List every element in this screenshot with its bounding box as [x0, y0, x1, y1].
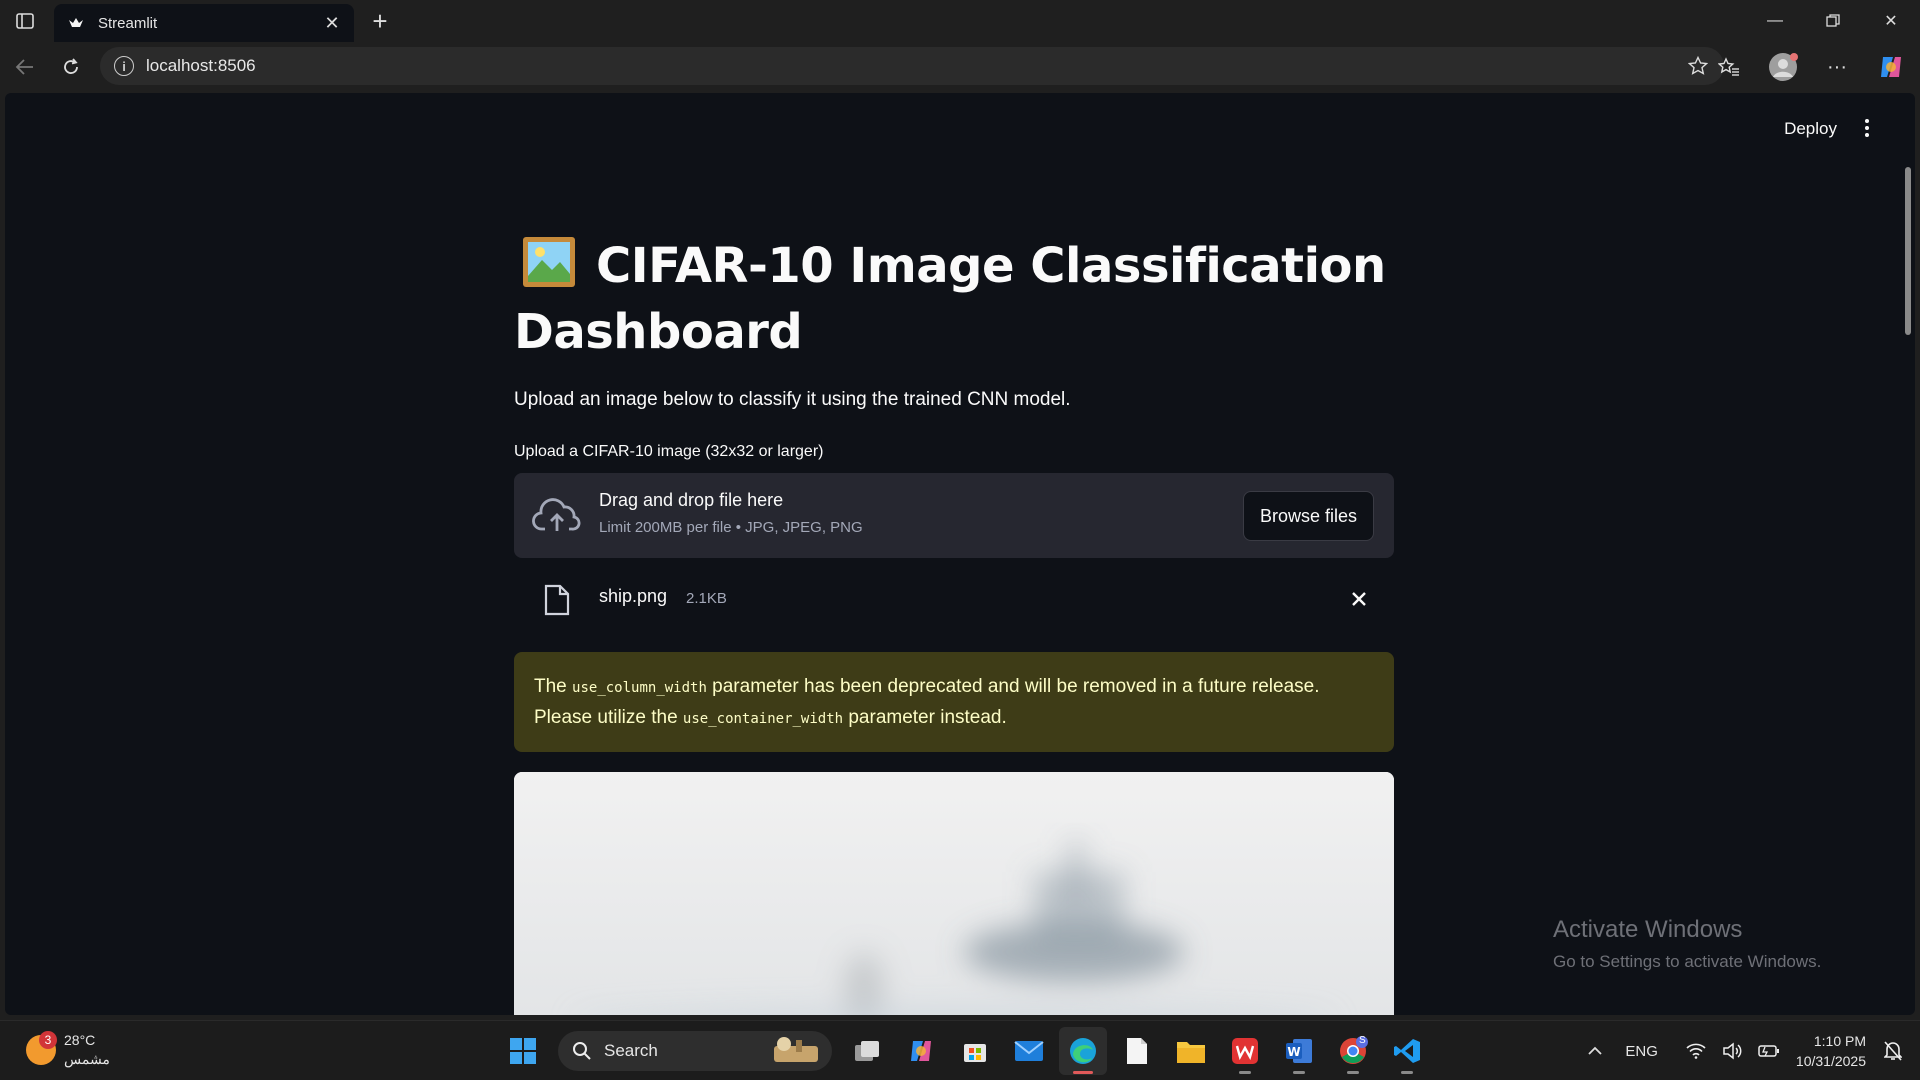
- edge-browser-icon[interactable]: [1059, 1027, 1107, 1075]
- windows-taskbar: 3 28°C مشمس Search W S ENG 1:10 PM 10/31…: [0, 1020, 1920, 1080]
- minimize-button[interactable]: —: [1746, 0, 1804, 42]
- streamlit-crown-icon: [66, 13, 86, 33]
- browser-tab-bar: Streamlit ✕ + — ✕: [0, 0, 1920, 42]
- start-button[interactable]: [499, 1027, 547, 1075]
- dropzone-text: Drag and drop file here Limit 200MB per …: [599, 490, 863, 536]
- title-line-2: Dashboard: [514, 304, 803, 360]
- remove-file-icon[interactable]: [1348, 588, 1370, 610]
- file-explorer-icon[interactable]: [1167, 1027, 1215, 1075]
- search-icon: [573, 1042, 591, 1060]
- warning-text-1: The: [534, 676, 573, 697]
- uploaded-file-size: 2.1KB: [686, 590, 727, 607]
- scrollbar-thumb[interactable]: [1905, 167, 1911, 335]
- reload-button[interactable]: [48, 44, 94, 90]
- page-title: CIFAR-10 Image Classification Dashboard: [514, 233, 1394, 365]
- uploaded-image-preview: [514, 772, 1394, 1015]
- more-options-icon[interactable]: ···: [1814, 44, 1860, 90]
- search-placeholder: Search: [604, 1041, 658, 1060]
- weather-desc: مشمس: [64, 1051, 110, 1067]
- copilot-taskbar-icon[interactable]: [897, 1027, 945, 1075]
- sun-icon: 3: [26, 1031, 57, 1065]
- dropzone-limits: Limit 200MB per file • JPG, JPEG, PNG: [599, 519, 863, 536]
- browser-tab[interactable]: Streamlit ✕: [54, 4, 354, 42]
- system-clock[interactable]: 1:10 PM 10/31/2025: [1796, 1031, 1866, 1071]
- back-button[interactable]: [2, 44, 48, 90]
- clock-time: 1:10 PM: [1813, 1033, 1866, 1049]
- page-viewport: Deploy CIFAR-10 Image Classification Das…: [5, 93, 1915, 1015]
- browser-actions: ···: [1698, 42, 1920, 92]
- weather-badge: 3: [39, 1031, 57, 1049]
- weather-text: 28°C مشمس: [64, 1031, 110, 1069]
- system-tray: ENG 1:10 PM 10/31/2025: [1579, 1021, 1920, 1080]
- wps-office-icon[interactable]: [1221, 1027, 1269, 1075]
- warning-text-3: parameter instead.: [843, 707, 1007, 728]
- deploy-button[interactable]: Deploy: [1784, 119, 1837, 139]
- uploader-label: Upload a CIFAR-10 image (32x32 or larger…: [514, 443, 824, 460]
- language-indicator[interactable]: ENG: [1625, 1043, 1658, 1060]
- address-bar[interactable]: i localhost:8506: [100, 47, 1724, 85]
- clock-date: 10/31/2025: [1795, 1053, 1866, 1069]
- volume-icon[interactable]: [1722, 1042, 1742, 1060]
- url-text[interactable]: localhost:8506: [146, 56, 1686, 76]
- vscode-icon[interactable]: [1383, 1027, 1431, 1075]
- subtitle-text: Upload an image below to classify it usi…: [514, 389, 1071, 410]
- main-content: CIFAR-10 Image Classification Dashboard …: [514, 233, 1394, 1015]
- chevron-up-icon[interactable]: [1587, 1046, 1603, 1056]
- title-line-1: CIFAR-10 Image Classification: [596, 238, 1386, 294]
- framed-picture-icon: [522, 236, 576, 288]
- close-window-button[interactable]: ✕: [1862, 0, 1920, 42]
- window-controls: — ✕: [1746, 0, 1920, 42]
- chrome-icon[interactable]: S: [1329, 1027, 1377, 1075]
- svg-text:W: W: [1287, 1045, 1300, 1059]
- notepad-icon[interactable]: [1113, 1027, 1161, 1075]
- microsoft-store-icon[interactable]: [951, 1027, 999, 1075]
- sidebar-toggle-icon[interactable]: [0, 0, 50, 42]
- browse-files-button[interactable]: Browse files: [1242, 491, 1374, 541]
- cloud-upload-icon: [532, 495, 582, 535]
- favorites-icon[interactable]: [1706, 44, 1752, 90]
- word-icon[interactable]: W: [1275, 1027, 1323, 1075]
- wifi-icon[interactable]: [1686, 1043, 1706, 1059]
- dropzone-instructions: Drag and drop file here: [599, 490, 784, 510]
- watermark-title: Activate Windows: [1553, 916, 1743, 943]
- task-view-icon[interactable]: [843, 1027, 891, 1075]
- battery-icon[interactable]: [1758, 1044, 1780, 1058]
- chrome-profile-badge: S: [1359, 1035, 1366, 1046]
- restore-button[interactable]: [1804, 0, 1862, 42]
- uploaded-file-name: ship.png: [599, 586, 668, 606]
- main-menu-icon[interactable]: [1857, 117, 1877, 139]
- file-dropzone[interactable]: Drag and drop file here Limit 200MB per …: [514, 473, 1394, 558]
- copilot-icon[interactable]: [1868, 44, 1914, 90]
- taskbar-apps: Search W S: [496, 1027, 1434, 1075]
- taskbar-search[interactable]: Search: [558, 1031, 832, 1071]
- warning-code-2: use_container_width: [682, 711, 844, 727]
- tab-close-icon[interactable]: ✕: [322, 13, 342, 33]
- site-info-icon[interactable]: i: [114, 56, 134, 76]
- notifications-bell-icon[interactable]: [1884, 1041, 1902, 1061]
- mail-icon[interactable]: [1005, 1027, 1053, 1075]
- browser-toolbar: i localhost:8506 ···: [0, 42, 1920, 92]
- search-highlight-icon: [774, 1037, 818, 1062]
- file-icon: [544, 584, 570, 616]
- new-tab-button[interactable]: +: [360, 1, 400, 41]
- profile-avatar-icon[interactable]: [1760, 44, 1806, 90]
- tab-title: Streamlit: [98, 14, 158, 32]
- weather-widget[interactable]: 3 28°C مشمس: [26, 1031, 110, 1069]
- deprecation-warning: The use_column_width parameter has been …: [514, 652, 1394, 752]
- watermark-subtitle: Go to Settings to activate Windows.: [1553, 952, 1822, 971]
- uploaded-file-row: ship.png 2.1KB: [514, 572, 1394, 632]
- activate-windows-watermark: Activate Windows Go to Settings to activ…: [1553, 916, 1821, 972]
- screen: Streamlit ✕ + — ✕ i localhost:8506 ··· D…: [0, 0, 1920, 1080]
- weather-temp: 28°C: [64, 1032, 96, 1048]
- warning-code-1: use_column_width: [572, 680, 707, 696]
